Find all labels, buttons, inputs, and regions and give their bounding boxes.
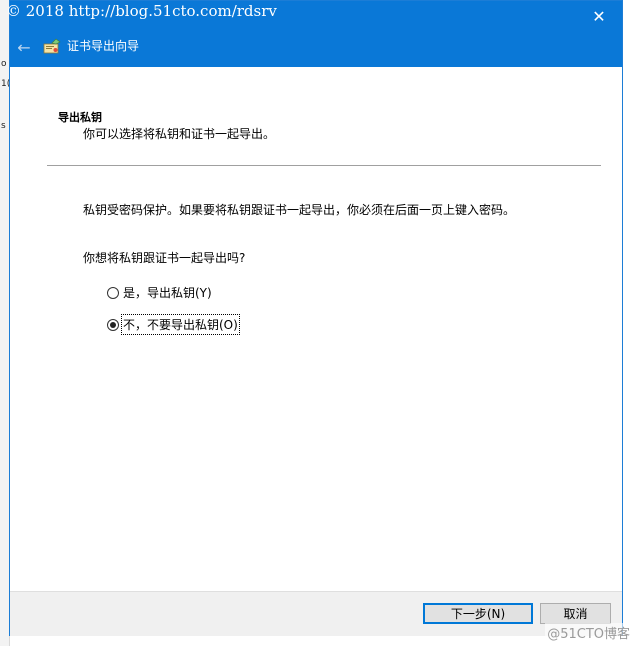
background-text-fragment: s bbox=[1, 121, 6, 131]
option-label-yes[interactable]: 是，导出私钥(Y) bbox=[123, 284, 212, 301]
radio-button-no[interactable] bbox=[107, 318, 119, 331]
close-button[interactable]: ✕ bbox=[576, 1, 622, 31]
close-icon: ✕ bbox=[592, 6, 606, 26]
private-key-description: 私钥受密码保护。如果要将私钥跟证书一起导出，你必须在后面一页上键入密码。 bbox=[83, 203, 516, 217]
option-label-no[interactable]: 不，不要导出私钥(O) bbox=[121, 314, 240, 335]
title-bar: © 2018 http://blog.51cto.com/rdsrv ✕ ← 证… bbox=[6, 1, 622, 67]
page-heading: 导出私钥 bbox=[58, 111, 102, 124]
back-button[interactable]: ← bbox=[12, 37, 36, 57]
background-text-fragment: o bbox=[1, 59, 7, 69]
header-divider bbox=[47, 165, 601, 166]
corner-watermark: @51CTO博客 bbox=[545, 623, 632, 642]
option-export-private-key[interactable]: 是，导出私钥(Y) bbox=[107, 284, 212, 301]
back-arrow-icon: ← bbox=[17, 37, 31, 57]
next-button[interactable]: 下一步(N) bbox=[423, 603, 533, 624]
cancel-button[interactable]: 取消 bbox=[540, 603, 611, 624]
export-question: 你想将私钥跟证书一起导出吗? bbox=[83, 251, 246, 265]
option-do-not-export-private-key[interactable]: 不，不要导出私钥(O) bbox=[107, 314, 240, 335]
certificate-export-wizard-window: © 2018 http://blog.51cto.com/rdsrv ✕ ← 证… bbox=[6, 0, 623, 636]
wizard-footer: 下一步(N) 取消 bbox=[10, 591, 622, 636]
wizard-title: 证书导出向导 bbox=[67, 39, 140, 53]
page-subheading: 你可以选择将私钥和证书一起导出。 bbox=[83, 127, 276, 141]
watermark: © 2018 http://blog.51cto.com/rdsrv bbox=[6, 2, 277, 20]
certificate-wizard-icon bbox=[43, 38, 61, 54]
wizard-page-content: 导出私钥 你可以选择将私钥和证书一起导出。 私钥受密码保护。如果要将私钥跟证书一… bbox=[10, 67, 622, 591]
radio-button-yes[interactable] bbox=[107, 286, 119, 299]
